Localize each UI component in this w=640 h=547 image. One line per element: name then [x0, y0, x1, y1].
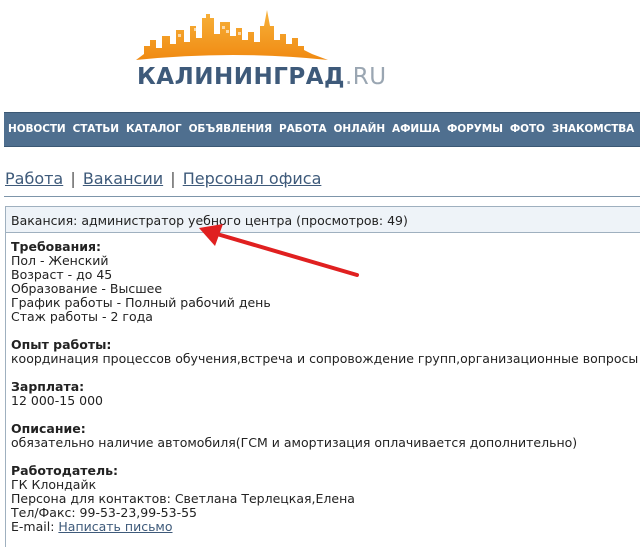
write-email-link[interactable]: Написать письмо — [58, 519, 172, 534]
city-skyline-icon — [136, 10, 328, 60]
salary-heading: Зарплата: — [11, 379, 85, 394]
email-label: E-mail: — [11, 519, 55, 534]
employer-contact: Персона для контактов: Светлана Терлецка… — [11, 491, 355, 506]
main-navigation: НОВОСТИ СТАТЬИ КАТАЛОГ ОБЪЯВЛЕНИЯ РАБОТА ОНЛА… — [4, 112, 640, 147]
logo-name: КАЛИНИНГРАД — [137, 64, 345, 90]
nav-item-ads[interactable]: ОБЪЯВЛЕНИЯ — [185, 113, 275, 146]
site-logo[interactable]: КАЛИНИНГРАД.RU — [134, 6, 386, 96]
salary-value: 12 000-15 000 — [11, 393, 103, 408]
section-divider — [4, 196, 640, 197]
nav-item-dating[interactable]: ЗНАКОМСТВА — [548, 113, 637, 146]
nav-item-jobs[interactable]: РАБОТА — [275, 113, 329, 146]
employer-company: ГК Клондайк — [11, 477, 97, 492]
employer-phone: Тел/Факс: 99-53-23,99-53-55 — [11, 505, 198, 520]
requirement-item: График работы - Полный рабочий день — [11, 295, 271, 310]
salary-section: Зарплата: 12 000-15 000 — [11, 380, 103, 408]
experience-text: координация процессов обучения,встреча и… — [11, 351, 639, 366]
description-section: Описание: обязательно наличие автомобиля… — [11, 422, 577, 450]
experience-heading: Опыт работы: — [11, 337, 112, 352]
breadcrumb: Работа | Вакансии | Персонал офиса — [5, 169, 321, 188]
nav-item-photo[interactable]: ФОТО — [506, 113, 548, 146]
breadcrumb-separator: | — [70, 169, 76, 188]
breadcrumb-link-jobs[interactable]: Работа — [5, 169, 63, 188]
site-header: КАЛИНИНГРАД.RU — [0, 0, 640, 112]
breadcrumb-separator: | — [170, 169, 176, 188]
description-heading: Описание: — [11, 421, 86, 436]
employer-email-row: E-mail: Написать письмо — [11, 520, 355, 534]
nav-item-articles[interactable]: СТАТЬИ — [69, 113, 122, 146]
logo-text: КАЛИНИНГРАД.RU — [137, 64, 387, 90]
description-text: обязательно наличие автомобиля(ГСМ и амо… — [11, 435, 578, 450]
nav-item-forums[interactable]: ФОРУМЫ — [443, 113, 506, 146]
experience-section: Опыт работы: координация процессов обуче… — [11, 338, 638, 366]
logo-domain: .RU — [345, 64, 387, 90]
nav-item-news[interactable]: НОВОСТИ — [4, 113, 69, 146]
employer-heading: Работодатель: — [11, 463, 119, 478]
red-arrow-annotation — [199, 224, 359, 277]
nav-item-online[interactable]: ОНЛАЙН — [330, 113, 389, 146]
breadcrumb-link-office-staff[interactable]: Персонал офиса — [183, 169, 322, 188]
nav-item-catalog[interactable]: КАТАЛОГ — [122, 113, 185, 146]
requirement-item: Стаж работы - 2 года — [11, 309, 153, 324]
employer-section: Работодатель: ГК Клондайк Персона для ко… — [11, 464, 355, 534]
nav-item-events[interactable]: АФИША — [388, 113, 443, 146]
breadcrumb-link-vacancies[interactable]: Вакансии — [83, 169, 163, 188]
requirement-item: Образование - Высшее — [11, 281, 163, 296]
